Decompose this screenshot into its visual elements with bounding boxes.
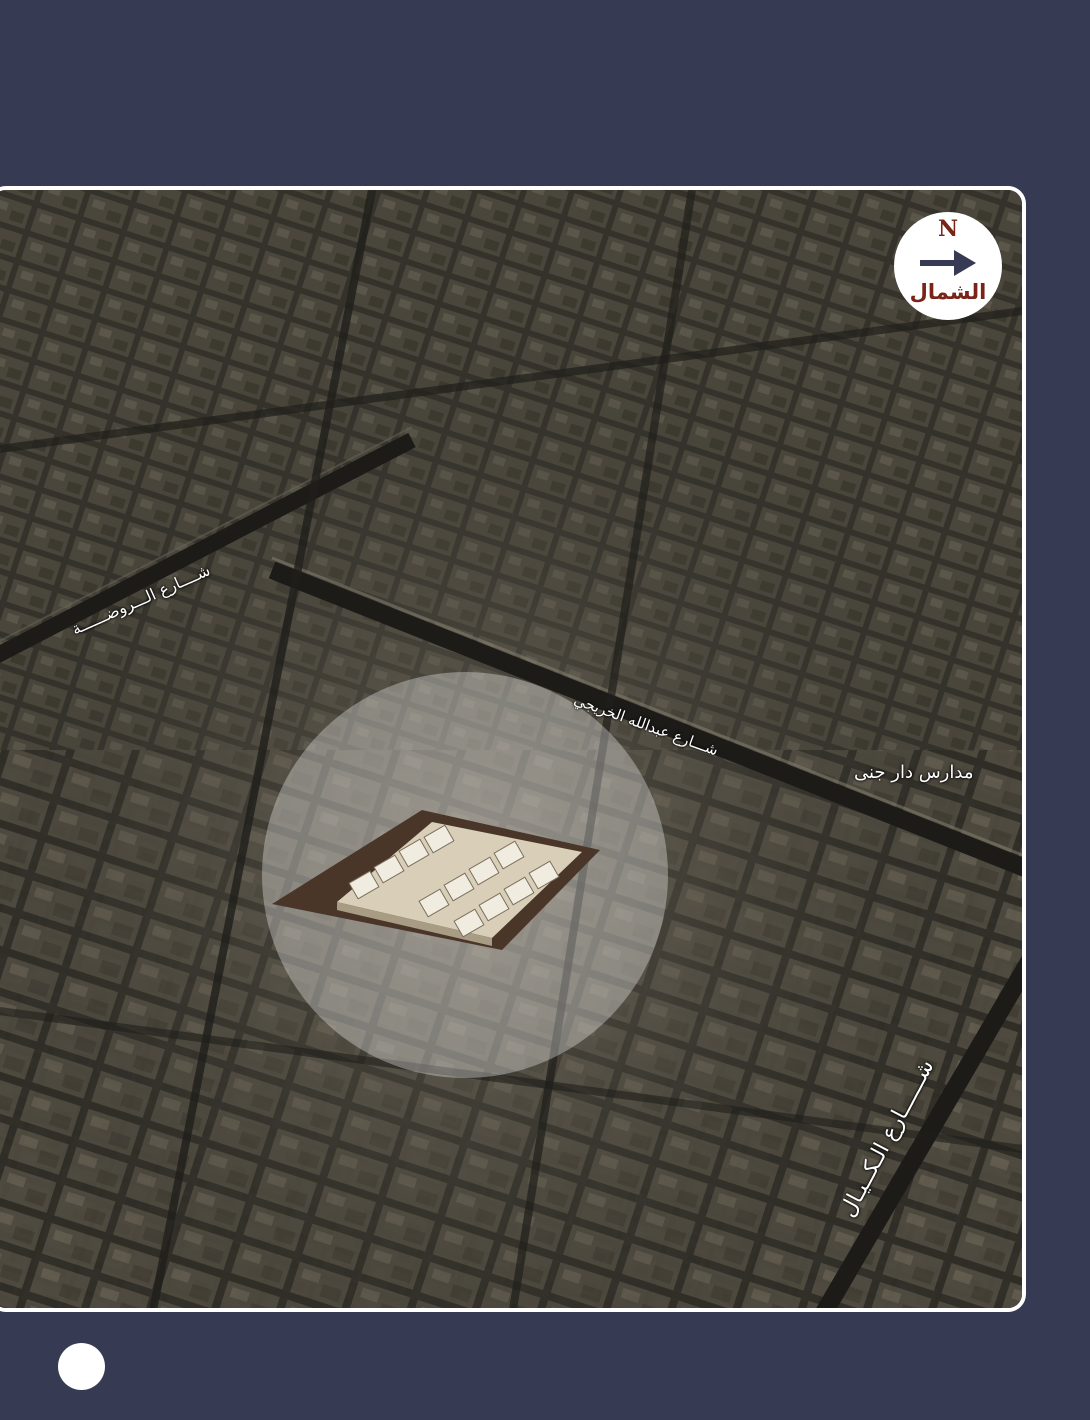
arrow-right-icon [920, 250, 976, 276]
compass-label: الشمال [909, 280, 987, 304]
page-marker-dot [58, 1343, 105, 1390]
compass-letter: N [937, 216, 959, 242]
poi-label-school: مدارس دار جنى [854, 762, 974, 783]
north-compass: N الشمال [894, 212, 1002, 320]
